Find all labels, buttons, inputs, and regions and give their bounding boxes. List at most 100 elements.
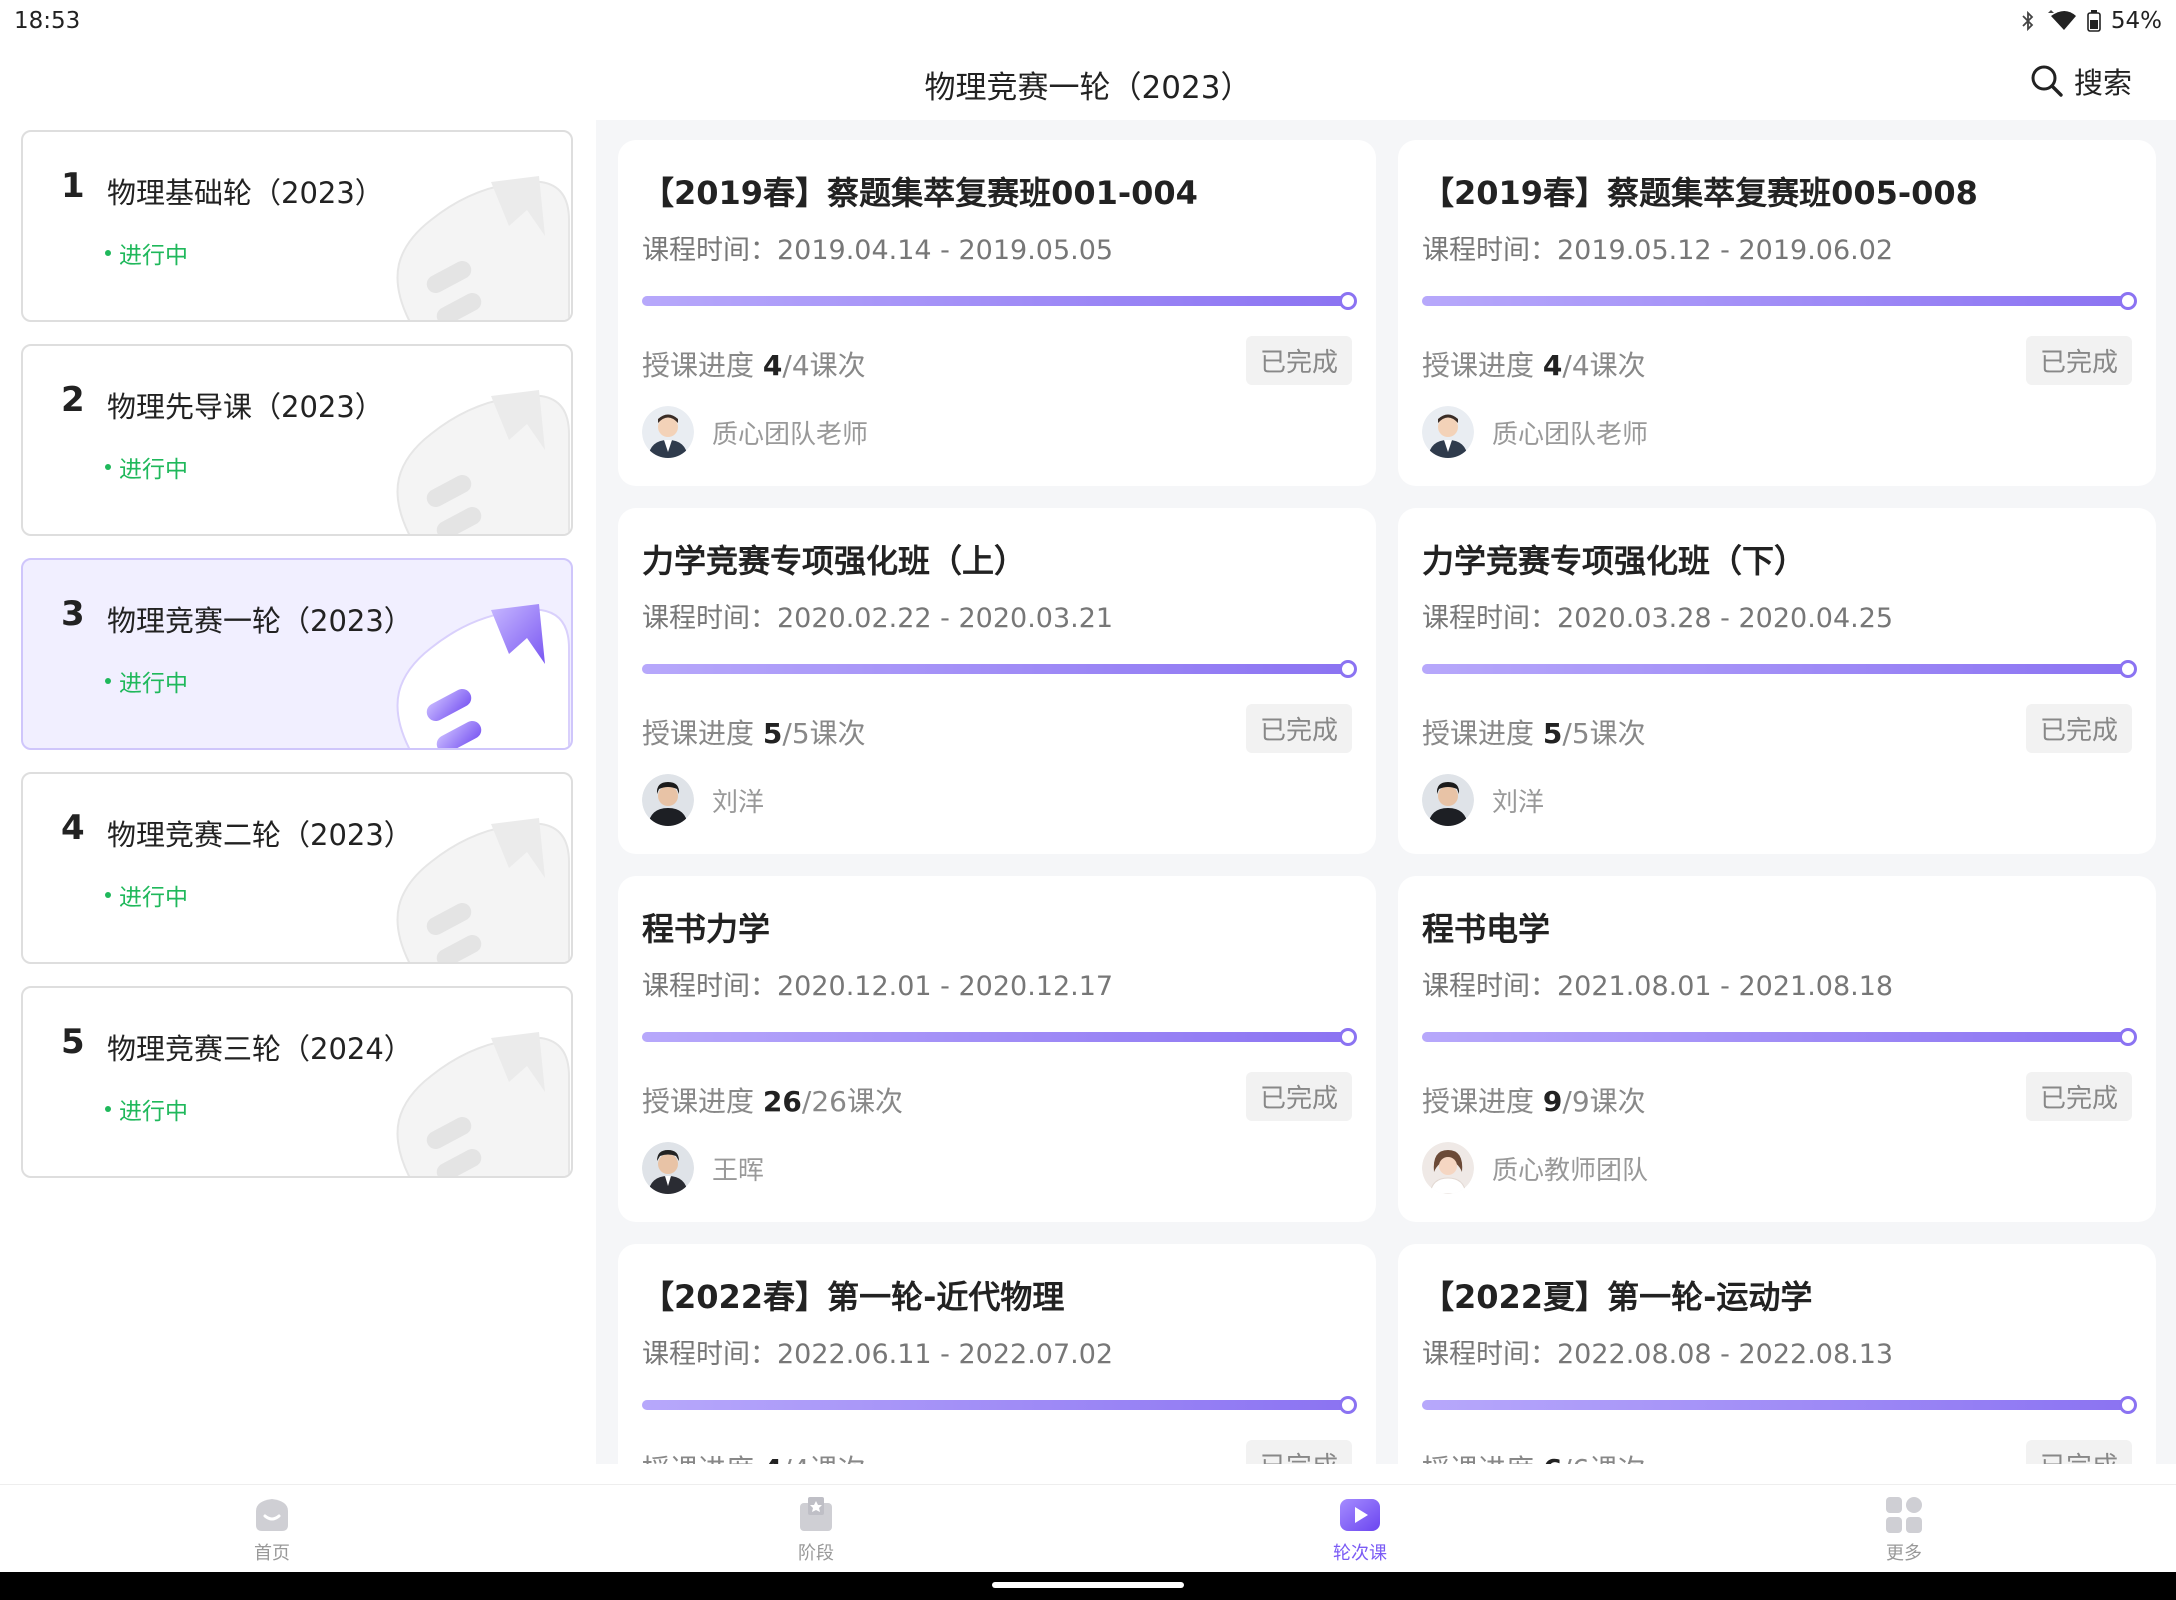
status-time: 18:53 [14,8,81,34]
nav-label: 首页 [254,1543,290,1564]
course-title: 【2019春】蔡题集萃复赛班001-004 [642,174,1198,212]
bottom-nav: 首页 阶段 轮次课 更多 [0,1484,2176,1572]
home-icon [256,1499,288,1531]
search-label: 搜索 [2073,66,2132,100]
lessons-total: /6课次 [1562,1453,1645,1464]
course-card[interactable]: 【2022春】第一轮-近代物理 课程时间：2022.06.11 - 2022.0… [618,1244,1376,1464]
sidebar-item-round-3[interactable]: 3 物理竞赛一轮（2023） 进行中 [21,558,573,750]
nav-label: 轮次课 [1333,1543,1387,1564]
search-button[interactable]: 搜索 [2030,60,2132,102]
page-title: 物理竞赛一轮（2023） [924,70,1252,106]
completed-badge: 已完成 [1245,1072,1352,1121]
lessons-total: /26课次 [801,1085,903,1118]
status-dot [105,892,111,898]
teacher: 质心团队老师 [642,406,868,458]
round-title: 物理先导课（2023） [107,390,384,424]
progress-label: 授课进度 [642,1085,755,1118]
progress-knob [1339,660,1357,678]
lesson-progress: 授课进度 4/4课次 [1422,344,1646,384]
course-card[interactable]: 力学竞赛专项强化班（下） 课程时间：2020.03.28 - 2020.04.2… [1398,508,2156,854]
round-status: 进行中 [105,664,188,698]
bookmark-decoration-icon [396,818,570,962]
round-title: 物理竞赛三轮（2024） [107,1032,413,1066]
nav-item-home[interactable]: 首页 [202,1495,342,1565]
course-card[interactable]: 【2019春】蔡题集萃复赛班005-008 课程时间：2019.05.12 - … [1398,140,2156,486]
course-grid: 【2019春】蔡题集萃复赛班001-004 课程时间：2019.04.14 - … [596,120,2176,1464]
round-title: 物理基础轮（2023） [107,176,384,210]
teacher: 质心团队老师 [1422,406,1648,458]
course-card[interactable]: 程书电学 课程时间：2021.08.01 - 2021.08.18 授课进度 9… [1398,876,2156,1222]
lesson-progress: 授课进度 4/4课次 [642,344,866,384]
progress-fill [1422,1400,2128,1410]
round-number: 1 [61,166,85,206]
status-dot [105,1106,111,1112]
course-time: 课程时间：2022.06.11 - 2022.07.02 [642,1339,1114,1370]
progress-label: 授课进度 [1422,717,1535,750]
progress-label: 授课进度 [1422,1085,1535,1118]
progress-bar [642,292,1357,310]
header: 物理竞赛一轮（2023） 搜索 [0,44,2176,120]
course-card[interactable]: 【2019春】蔡题集萃复赛班001-004 课程时间：2019.04.14 - … [618,140,1376,486]
round-status: 进行中 [105,878,188,912]
course-card[interactable]: 程书力学 课程时间：2020.12.01 - 2020.12.17 授课进度 2… [618,876,1376,1222]
progress-knob [2119,1396,2137,1414]
status-dot [105,250,111,256]
completed-badge: 已完成 [1245,1440,1352,1464]
progress-fill [642,296,1348,306]
lesson-progress: 授课进度 9/9课次 [1422,1080,1646,1120]
lesson-progress: 授课进度 5/5课次 [1422,712,1646,752]
progress-label: 授课进度 [642,349,755,382]
progress-bar [1422,1028,2137,1046]
app: 18:53 54% 物理竞赛一轮（2023） 搜索 1 物理基础轮（2023） … [0,0,2176,1600]
progress-knob [2119,292,2137,310]
system-gesture-bar [0,1572,2176,1600]
teacher: 刘洋 [1422,774,1544,826]
lessons-total: /4课次 [782,1453,865,1464]
lessons-total: /5课次 [1562,717,1646,750]
round-status: 进行中 [105,450,188,484]
completed-badge: 已完成 [2025,1072,2132,1121]
completed-badge: 已完成 [2025,336,2132,385]
lessons-total: /9课次 [1562,1085,1646,1118]
nav-item-more[interactable]: 更多 [1834,1495,1974,1565]
completed-badge: 已完成 [2025,704,2132,753]
more-grid-icon [1886,1497,1922,1533]
lessons-done: 6 [1543,1453,1562,1464]
round-status: 进行中 [105,236,188,270]
completed-badge: 已完成 [1245,336,1352,385]
round-number: 4 [61,808,85,848]
progress-knob [1339,1396,1357,1414]
progress-bar [642,1396,1357,1414]
sidebar-item-round-1[interactable]: 1 物理基础轮（2023） 进行中 [21,130,573,322]
lesson-progress: 授课进度 5/5课次 [642,712,866,752]
lessons-done: 4 [1542,349,1563,382]
sidebar-item-round-5[interactable]: 5 物理竞赛三轮（2024） 进行中 [21,986,573,1178]
bookmark-decoration-icon [396,390,570,534]
round-status-label: 进行中 [119,457,188,483]
sidebar: 1 物理基础轮（2023） 进行中 2 物理先导课（2023） 进行中 3 物理… [0,120,596,1484]
lessons-done: 9 [1542,1085,1563,1118]
round-number: 5 [61,1022,85,1062]
teacher-name: 质心团队老师 [712,419,869,450]
progress-fill [1422,296,2128,306]
course-title: 力学竞赛专项强化班（下） [1422,542,1807,580]
course-card[interactable]: 【2022夏】第一轮-运动学 课程时间：2022.08.08 - 2022.08… [1398,1244,2156,1464]
course-card[interactable]: 力学竞赛专项强化班（上） 课程时间：2020.02.22 - 2020.03.2… [618,508,1376,854]
progress-fill [642,1032,1348,1042]
course-time: 课程时间：2019.05.12 - 2019.06.02 [1422,235,1894,266]
sidebar-item-round-2[interactable]: 2 物理先导课（2023） 进行中 [21,344,573,536]
progress-knob [1339,292,1357,310]
wifi-icon [2047,10,2076,30]
status-bar: 18:53 54% [0,0,2176,44]
nav-item-rounds[interactable]: 轮次课 [1290,1495,1430,1565]
progress-label: 授课进度 [1422,349,1535,382]
teacher-name: 刘洋 [712,787,765,818]
lessons-done: 4 [763,1453,782,1464]
teacher-avatar [642,774,694,826]
sidebar-item-round-4[interactable]: 4 物理竞赛二轮（2023） 进行中 [21,772,573,964]
teacher-name: 质心教师团队 [1492,1155,1649,1186]
bookmark-decoration-icon [396,176,570,320]
home-gesture-handle[interactable] [992,1582,1184,1588]
nav-item-stage[interactable]: 阶段 [746,1495,886,1565]
status-dot [105,464,111,470]
